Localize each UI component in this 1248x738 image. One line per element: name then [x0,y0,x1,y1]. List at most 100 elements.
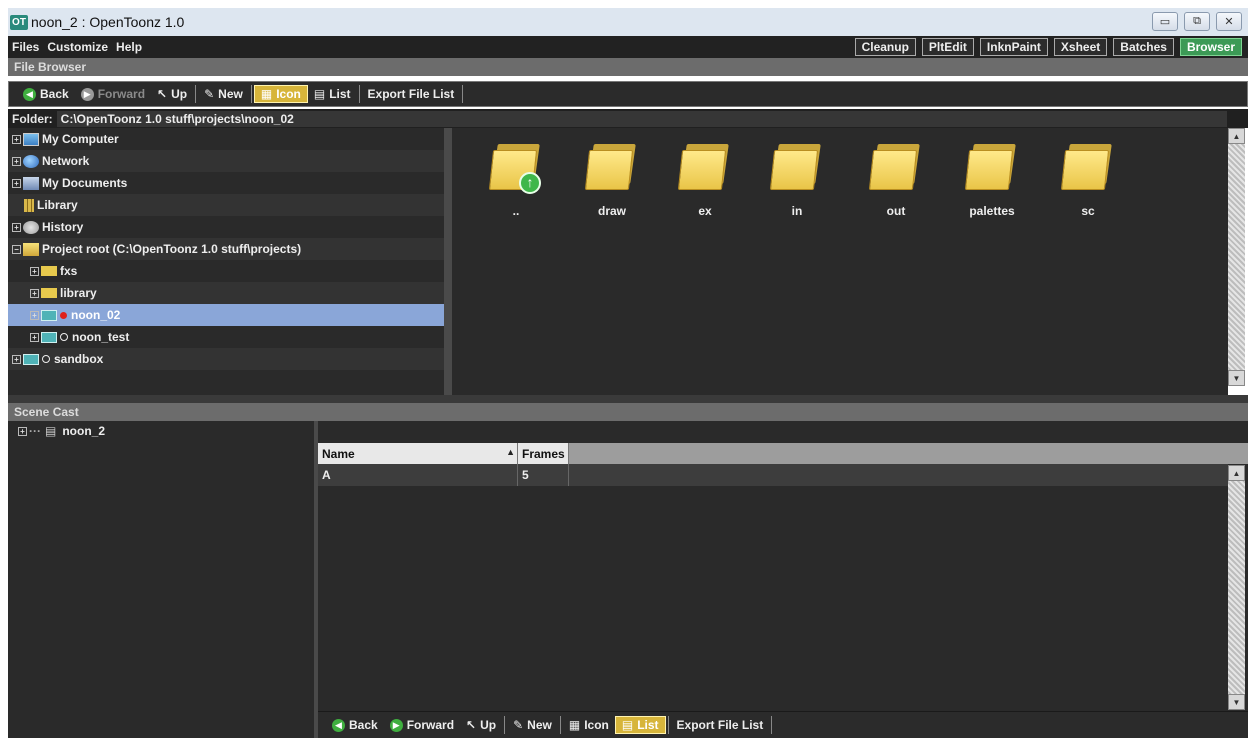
up-arrow-icon: ↑ [519,172,541,194]
new-folder-button[interactable]: ✎ New [198,85,249,103]
toolbar-separator [559,716,561,734]
computer-icon [23,132,39,146]
history-icon [23,220,39,234]
folder-item-sc[interactable]: sc [1048,144,1128,218]
scroll-down-icon[interactable]: ▼ [1228,694,1245,710]
tree-item-noon-02[interactable]: + noon_02 [8,304,444,326]
panel-splitter[interactable] [444,128,452,395]
expand-icon[interactable]: + [30,310,39,320]
panel-divider[interactable] [8,395,1248,403]
cast-back-button[interactable]: ◀ Back [326,716,384,734]
toolbar-separator [462,85,464,103]
icon-view-icon: ▦ [260,87,273,101]
expand-icon[interactable]: + [12,222,21,232]
folder-path-field[interactable]: C:\OpenToonz 1.0 stuff\projects\noon_02 [56,110,1227,127]
folder-icon [584,144,637,190]
title-bar: OT noon_2 : OpenToonz 1.0 ▭ ⧉ ✕ [8,8,1248,36]
folder-icon: ↑ [488,144,541,194]
restore-button[interactable]: ⧉ [1184,12,1210,31]
cast-export-file-list-button[interactable]: Export File List [671,716,770,734]
tree-item-my-documents[interactable]: + My Documents [8,172,444,194]
list-view-toggle[interactable]: ▤ List [308,85,357,103]
folder-item-in[interactable]: in [757,144,837,218]
room-tab-cleanup[interactable]: Cleanup [854,38,916,56]
cast-up-button[interactable]: ↖ Up [460,716,502,734]
forward-arrow-icon: ▶ [80,87,94,101]
collapse-icon[interactable]: − [12,244,21,254]
expand-icon[interactable]: + [12,354,21,364]
tree-item-network[interactable]: + Network [8,150,444,172]
tree-item-noon-test[interactable]: + noon_test [8,326,444,348]
tree-item-my-computer[interactable]: + My Computer [8,128,444,150]
list-view-icon: ▤ [621,718,634,732]
cast-list-scrollbar[interactable]: ▲ ▼ [1228,465,1245,710]
scroll-down-icon[interactable]: ▼ [1228,370,1245,386]
tree-item-library[interactable]: Library [8,194,444,216]
folder-icon [964,144,1017,190]
current-project-indicator [60,311,67,319]
up-button[interactable]: ↖ Up [151,85,193,103]
back-button[interactable]: ◀ Back [17,85,75,103]
library-icon [24,198,34,212]
close-button[interactable]: ✕ [1216,12,1242,31]
menu-bar: Files Customize Help Cleanup PltEdit Ink… [8,36,1248,58]
cast-forward-button[interactable]: ▶ Forward [384,716,460,734]
folder-item-ex[interactable]: ex [665,144,745,218]
folder-icon [41,288,57,298]
expand-icon[interactable]: + [12,178,21,188]
tree-item-library-folder[interactable]: + library [8,282,444,304]
cast-icon-view-toggle[interactable]: ▦ Icon [563,716,615,734]
menu-customize[interactable]: Customize [43,40,112,54]
column-frames-header[interactable]: Frames [518,443,569,464]
forward-button[interactable]: ▶ Forward [75,85,151,103]
cell-frames: 5 [518,464,569,486]
expand-icon[interactable]: + [12,156,21,166]
tree-item-sandbox[interactable]: + sandbox [8,348,444,370]
table-row[interactable]: A 5 [318,464,1228,486]
room-tab-batches[interactable]: Batches [1113,38,1174,56]
folder-item-out[interactable]: out [856,144,936,218]
icon-view-scrollbar[interactable]: ▲ ▼ [1228,128,1245,386]
export-file-list-button[interactable]: Export File List [362,85,461,103]
room-tab-pltedit[interactable]: PltEdit [921,38,974,56]
scene-cast-tree: + ··· ▤ noon_2 [8,421,314,738]
cast-tree-root[interactable]: + ··· ▤ noon_2 [8,421,314,441]
room-tabs: Cleanup PltEdit InknPaint Xsheet Batches… [854,38,1242,56]
scroll-up-icon[interactable]: ▲ [1228,128,1245,144]
room-tab-browser[interactable]: Browser [1179,38,1242,56]
column-name-header[interactable]: Name ▲ [318,443,518,464]
folder-item-draw[interactable]: draw [572,144,652,218]
tree-item-fxs[interactable]: + fxs [8,260,444,282]
icon-view-toggle[interactable]: ▦ Icon [253,85,308,103]
globe-icon [23,154,39,168]
expand-icon[interactable]: + [30,332,39,342]
project-indicator [60,333,68,341]
room-tab-xsheet[interactable]: Xsheet [1053,38,1108,56]
toolbar-separator [358,85,360,103]
project-root-icon [23,242,39,256]
menu-files[interactable]: Files [8,40,43,54]
documents-icon [23,176,39,190]
expand-icon[interactable]: + [18,426,27,436]
expand-icon[interactable]: + [12,134,21,144]
menu-help[interactable]: Help [112,40,146,54]
cast-new-button[interactable]: ✎ New [507,716,558,734]
file-browser-panel-title[interactable]: File Browser [8,58,1248,76]
tree-item-history[interactable]: + History [8,216,444,238]
minimize-button[interactable]: ▭ [1152,12,1178,31]
list-header: Name ▲ Frames [318,443,1248,464]
expand-icon[interactable]: + [30,288,39,298]
folder-icon [677,144,730,190]
expand-icon[interactable]: + [30,266,39,276]
scroll-up-icon[interactable]: ▲ [1228,465,1245,481]
folder-item-palettes[interactable]: palettes [952,144,1032,218]
scene-cast-panel-title[interactable]: Scene Cast [8,403,1248,421]
toolbar-separator [667,716,669,734]
folder-item-parent[interactable]: ↑ .. [476,144,556,218]
folder-icon [769,144,822,190]
cast-list-view-toggle[interactable]: ▤ List [614,716,666,734]
cell-name: A [318,464,518,486]
project-indicator [42,355,50,363]
tree-item-project-root[interactable]: − Project root (C:\OpenToonz 1.0 stuff\p… [8,238,444,260]
room-tab-inknpaint[interactable]: InknPaint [979,38,1048,56]
